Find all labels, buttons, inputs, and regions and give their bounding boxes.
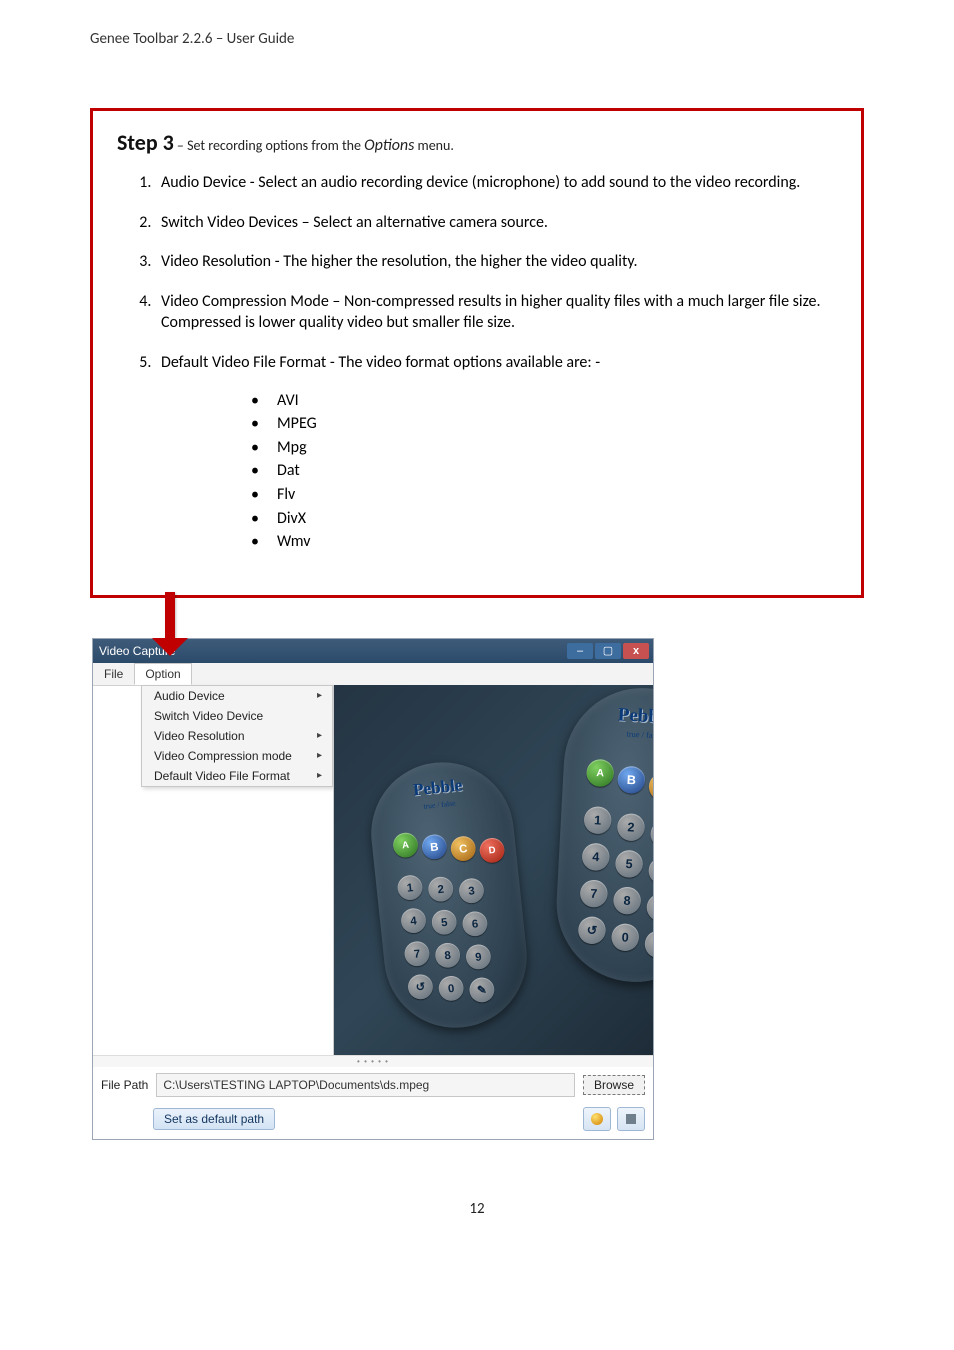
filepath-input[interactable]: C:\Users\TESTING LAPTOP\Documents\ds.mpe…	[156, 1073, 575, 1097]
record-button[interactable]	[583, 1107, 611, 1131]
submenu-arrow-icon: ▸	[317, 750, 322, 761]
menu-item-label: Default Video File Format	[154, 769, 290, 783]
menu-item-label: Video Resolution	[154, 729, 245, 743]
format-item: Wmv	[251, 531, 837, 553]
step-title-bold: Step 3	[117, 129, 174, 156]
remote-image: Pebble true / false A B C D 1 2 3 4 5 6 …	[364, 755, 534, 1034]
footer-controls: Set as default path	[93, 1103, 653, 1139]
step-item: Default Video File Format - The video fo…	[155, 352, 837, 553]
minimize-button[interactable]: –	[567, 643, 593, 659]
menu-item-default-video-file-format[interactable]: Default Video File Format ▸	[142, 766, 332, 786]
submenu-arrow-icon: ▸	[317, 770, 322, 781]
format-item: AVI	[251, 390, 837, 412]
step-list: Audio Device - Select an audio recording…	[137, 172, 837, 553]
filepath-label: File Path	[101, 1078, 148, 1092]
format-item: DivX	[251, 508, 837, 530]
page-number: 12	[90, 1200, 864, 1218]
page-header: Genee Toolbar 2.2.6 – User Guide	[90, 30, 864, 48]
step-item: Switch Video Devices – Select an alterna…	[155, 212, 837, 234]
arrow-stem	[165, 592, 175, 638]
menu-item-label: Video Compression mode	[154, 749, 292, 763]
maximize-button[interactable]: ▢	[595, 643, 621, 659]
arrow-head-icon	[152, 638, 188, 656]
submenu-arrow-icon: ▸	[317, 730, 322, 741]
format-item: Flv	[251, 484, 837, 506]
step-item-text: Default Video File Format - The video fo…	[161, 353, 600, 372]
menubar: File Option	[93, 663, 653, 686]
file-path-row: File Path C:\Users\TESTING LAPTOP\Docume…	[93, 1067, 653, 1103]
menu-option[interactable]: Option	[134, 663, 191, 685]
step-title-t1: – Set recording options from the	[174, 137, 364, 154]
close-button[interactable]: x	[623, 643, 649, 659]
submenu-arrow-icon: ▸	[317, 690, 322, 701]
resize-grip-icon[interactable]: • • • • •	[93, 1055, 653, 1067]
step-item: Video Compression Mode – Non-compressed …	[155, 291, 837, 334]
step-item: Video Resolution - The higher the resolu…	[155, 251, 837, 273]
step-title-italic: Options	[364, 136, 414, 155]
menu-item-video-resolution[interactable]: Video Resolution ▸	[142, 726, 332, 746]
app-window: Video Capture – ▢ x File Option Audio De…	[92, 638, 654, 1140]
format-item: Dat	[251, 460, 837, 482]
step-box: Step 3 – Set recording options from the …	[90, 108, 864, 598]
format-item: Mpg	[251, 437, 837, 459]
menu-item-label: Switch Video Device	[154, 709, 263, 723]
record-icon	[591, 1113, 603, 1125]
stop-button[interactable]	[617, 1107, 645, 1131]
format-item: MPEG	[251, 413, 837, 435]
remote-image: Pebble true / false A B C D 1 2 3 4 5 6 …	[553, 685, 653, 986]
step-title: Step 3 – Set recording options from the …	[117, 129, 837, 156]
callout-arrow	[90, 598, 864, 638]
menu-item-switch-video-device[interactable]: Switch Video Device	[142, 706, 332, 726]
format-list: AVI MPEG Mpg Dat Flv DivX Wmv	[251, 390, 837, 553]
menu-item-label: Audio Device	[154, 689, 225, 703]
step-title-t2: menu.	[414, 137, 454, 154]
stop-icon	[626, 1114, 636, 1124]
window-buttons: – ▢ x	[567, 643, 649, 659]
menu-item-video-compression-mode[interactable]: Video Compression mode ▸	[142, 746, 332, 766]
menu-item-audio-device[interactable]: Audio Device ▸	[142, 686, 332, 706]
video-preview: Pebble true / false A B C D 1 2 3 4 5 6 …	[333, 685, 653, 1055]
menu-file[interactable]: File	[93, 663, 134, 685]
browse-button[interactable]: Browse	[583, 1075, 645, 1095]
option-dropdown: Audio Device ▸ Switch Video Device Video…	[141, 685, 333, 787]
step-item: Audio Device - Select an audio recording…	[155, 172, 837, 194]
set-default-path-button[interactable]: Set as default path	[153, 1108, 275, 1130]
